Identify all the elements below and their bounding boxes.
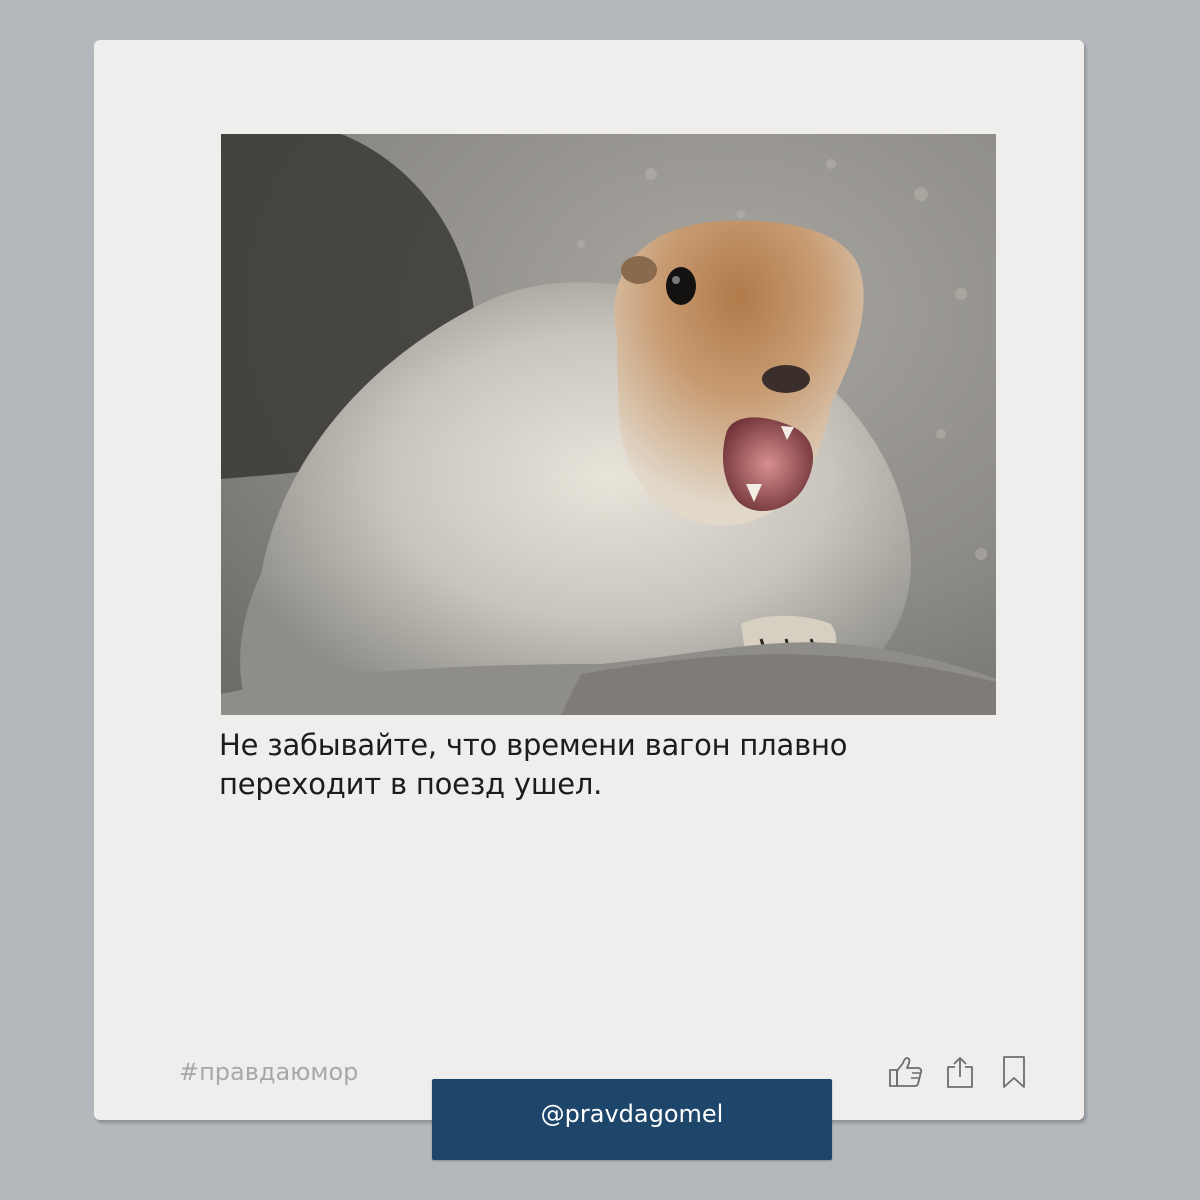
caption-line-1: Не забывайте, что времени вагон плавно (219, 728, 848, 762)
page: Не забывайте, что времени вагон плавно п… (0, 0, 1200, 1200)
like-button[interactable] (886, 1054, 926, 1090)
account-handle: @pravdagomel (540, 1099, 724, 1128)
share-button[interactable] (940, 1054, 980, 1090)
caption-line-2: переходит в поезд ушел. (219, 767, 603, 801)
share-icon (947, 1057, 973, 1088)
post-card: Не забывайте, что времени вагон плавно п… (94, 40, 1084, 1120)
bookmark-icon (1003, 1056, 1025, 1088)
post-caption: Не забывайте, что времени вагон плавно п… (219, 726, 939, 804)
thumbs-up-icon (889, 1057, 923, 1087)
post-actions (886, 1054, 1034, 1090)
post-image[interactable] (221, 134, 996, 715)
hashtag-link[interactable]: #правдаюмор (179, 1058, 358, 1086)
bookmark-button[interactable] (994, 1054, 1034, 1090)
ground-squirrel-photo (221, 134, 996, 715)
account-handle-bar[interactable]: @pravdagomel (432, 1079, 832, 1160)
